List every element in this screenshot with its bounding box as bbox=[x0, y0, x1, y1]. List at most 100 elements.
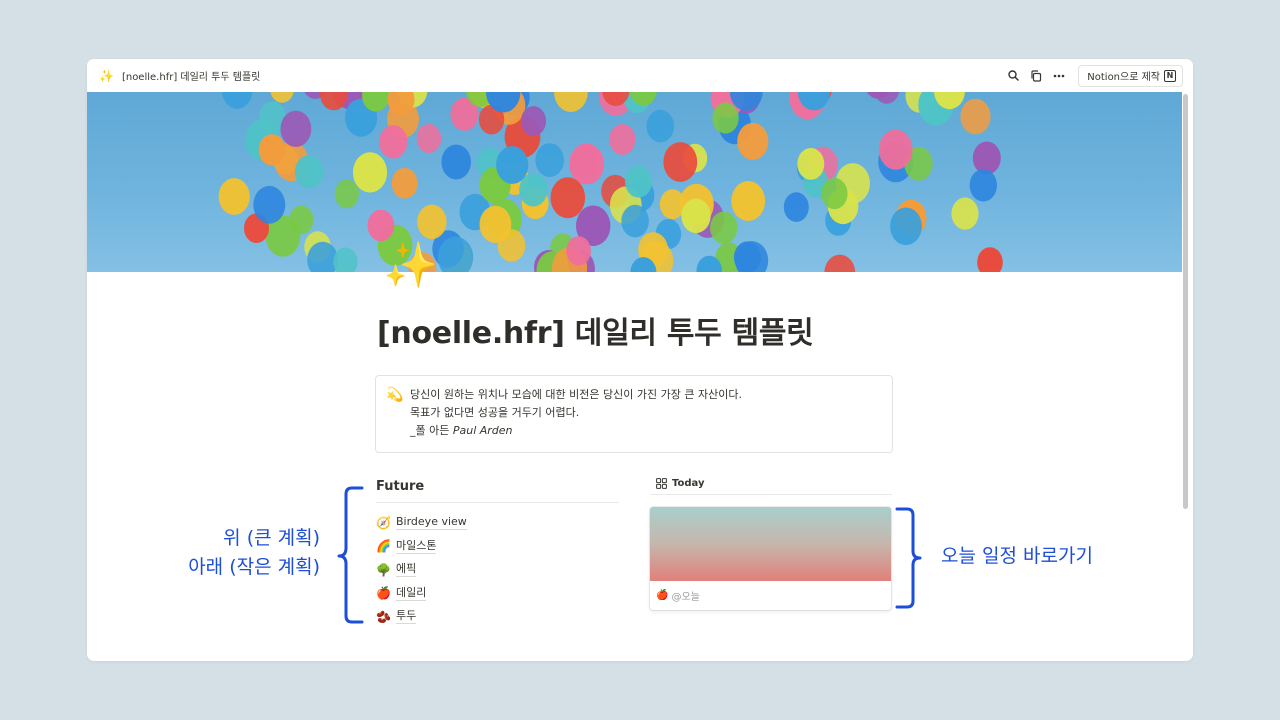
future-item-todo[interactable]: 🫘 투두 bbox=[376, 605, 619, 629]
cover-image bbox=[87, 92, 1182, 272]
page-emoji-icon[interactable]: ✨ bbox=[383, 244, 438, 288]
apple-icon: 🍎 bbox=[656, 590, 669, 601]
balloon bbox=[379, 125, 408, 159]
future-item-milestone[interactable]: 🌈 마일스톤 bbox=[376, 535, 619, 559]
balloon bbox=[416, 124, 442, 153]
card-title: @오늘 bbox=[671, 592, 700, 603]
compass-icon: 🧭 bbox=[376, 515, 391, 530]
balloon bbox=[391, 168, 418, 199]
annotation-left-line-1: 위 (큰 계획) bbox=[223, 527, 320, 549]
balloon bbox=[663, 142, 698, 182]
quote-callout: 💫 당신이 원하는 위치나 모습에 대한 비전은 당신이 가진 가장 큰 자산이… bbox=[375, 375, 893, 453]
right-bracket bbox=[895, 507, 922, 609]
card-footer: 🍎 @오늘 bbox=[650, 581, 891, 610]
future-heading: Future bbox=[376, 479, 619, 503]
balloon bbox=[969, 169, 997, 202]
balloon bbox=[977, 247, 1003, 272]
future-item-epic[interactable]: 🌳 에픽 bbox=[376, 558, 619, 582]
card-cover bbox=[650, 507, 891, 581]
notion-logo-icon: N bbox=[1164, 69, 1176, 82]
future-item-birdeye[interactable]: 🧭 Birdeye view bbox=[376, 511, 619, 535]
top-bar: ✨ [noelle.hfr] 데일리 투두 템플릿 Notion으로 제작 N bbox=[87, 59, 1193, 92]
balloon bbox=[352, 152, 388, 193]
balloon bbox=[874, 92, 900, 104]
balloon bbox=[737, 122, 769, 160]
scrollbar[interactable] bbox=[1183, 94, 1188, 509]
author-name: Paul Arden bbox=[452, 424, 513, 437]
page-link-label: 에픽 bbox=[396, 562, 417, 578]
balloon bbox=[479, 205, 512, 244]
tree-icon: 🌳 bbox=[376, 562, 391, 577]
balloon bbox=[417, 204, 447, 240]
balloon bbox=[797, 148, 825, 180]
balloon bbox=[535, 143, 564, 177]
today-gallery: Today 🍎 @오늘 bbox=[650, 473, 892, 610]
balloon bbox=[625, 165, 652, 198]
page-link-label: 데일리 bbox=[396, 585, 427, 601]
balloon bbox=[280, 110, 312, 147]
balloon bbox=[222, 92, 253, 109]
page-title: [noelle.hfr] 데일리 투두 템플릿 bbox=[377, 316, 814, 351]
balloon bbox=[878, 129, 913, 170]
balloon bbox=[712, 102, 739, 134]
balloon bbox=[951, 197, 979, 230]
page-link-label: 마일스톤 bbox=[396, 538, 437, 554]
balloon bbox=[569, 143, 605, 185]
balloon bbox=[824, 254, 856, 272]
future-item-daily[interactable]: 🍎 데일리 bbox=[376, 582, 619, 606]
dizzy-icon: 💫 bbox=[386, 387, 404, 403]
balloon bbox=[367, 209, 395, 242]
balloon bbox=[890, 207, 922, 246]
balloon bbox=[253, 185, 286, 224]
balloon bbox=[258, 134, 286, 166]
page-link-label: 투두 bbox=[396, 609, 417, 625]
balloon bbox=[441, 144, 472, 180]
page-link-label: Birdeye view bbox=[396, 515, 467, 531]
balloon bbox=[218, 178, 250, 215]
balloon bbox=[334, 179, 359, 209]
rainbow-icon: 🌈 bbox=[376, 539, 391, 554]
balloon bbox=[681, 198, 711, 234]
more-icon[interactable] bbox=[1052, 69, 1066, 83]
balloon bbox=[520, 106, 547, 136]
balloon bbox=[554, 92, 588, 112]
balloons-illustration bbox=[218, 92, 1003, 272]
balloon bbox=[783, 192, 809, 222]
callout-line-1: 당신이 원하는 위치나 모습에 대한 비전은 당신이 가진 가장 큰 자산이다. bbox=[410, 388, 742, 401]
balloon bbox=[550, 177, 586, 219]
annotation-left: 위 (큰 계획) 아래 (작은 계획) bbox=[188, 524, 320, 582]
callout-line-2: 목표가 없다면 성공을 거두기 어렵다. bbox=[410, 406, 580, 419]
today-gallery-title: Today bbox=[672, 478, 705, 489]
balloon bbox=[960, 98, 991, 135]
beans-icon: 🫘 bbox=[376, 609, 391, 624]
balloon bbox=[270, 92, 294, 103]
left-bracket bbox=[337, 486, 364, 624]
balloon bbox=[972, 141, 1001, 175]
tab-title[interactable]: [noelle.hfr] 데일리 투두 템플릿 bbox=[122, 68, 260, 83]
balloon bbox=[333, 247, 358, 272]
annotation-right: 오늘 일정 바로가기 bbox=[941, 545, 1093, 567]
balloon bbox=[731, 181, 766, 221]
duplicate-icon[interactable] bbox=[1029, 69, 1043, 83]
author-prefix: _폴 아든 bbox=[410, 424, 453, 437]
today-gallery-card[interactable]: 🍎 @오늘 bbox=[650, 507, 891, 610]
page-icon-small: ✨ bbox=[99, 68, 114, 83]
balloon bbox=[821, 178, 848, 210]
gallery-grid-icon bbox=[656, 478, 667, 489]
balloon bbox=[646, 109, 675, 143]
balloon bbox=[566, 236, 591, 266]
callout-author: _폴 아든 Paul Arden bbox=[410, 422, 880, 440]
made-with-notion-button[interactable]: Notion으로 제작 N bbox=[1078, 64, 1183, 87]
balloon bbox=[294, 155, 324, 189]
apple-icon: 🍎 bbox=[376, 586, 391, 601]
today-gallery-header[interactable]: Today bbox=[650, 473, 892, 495]
balloon bbox=[733, 241, 761, 272]
annotation-left-line-2: 아래 (작은 계획) bbox=[188, 556, 320, 578]
balloon bbox=[621, 204, 649, 238]
future-section: Future 🧭 Birdeye view 🌈 마일스톤 🌳 에픽 🍎 데일리 🫘 투두 bbox=[376, 479, 619, 629]
future-link-list: 🧭 Birdeye view 🌈 마일스톤 🌳 에픽 🍎 데일리 🫘 투두 bbox=[376, 511, 619, 629]
balloon bbox=[609, 124, 636, 155]
balloon bbox=[710, 211, 738, 244]
search-icon[interactable] bbox=[1006, 69, 1020, 83]
balloon bbox=[496, 146, 529, 184]
